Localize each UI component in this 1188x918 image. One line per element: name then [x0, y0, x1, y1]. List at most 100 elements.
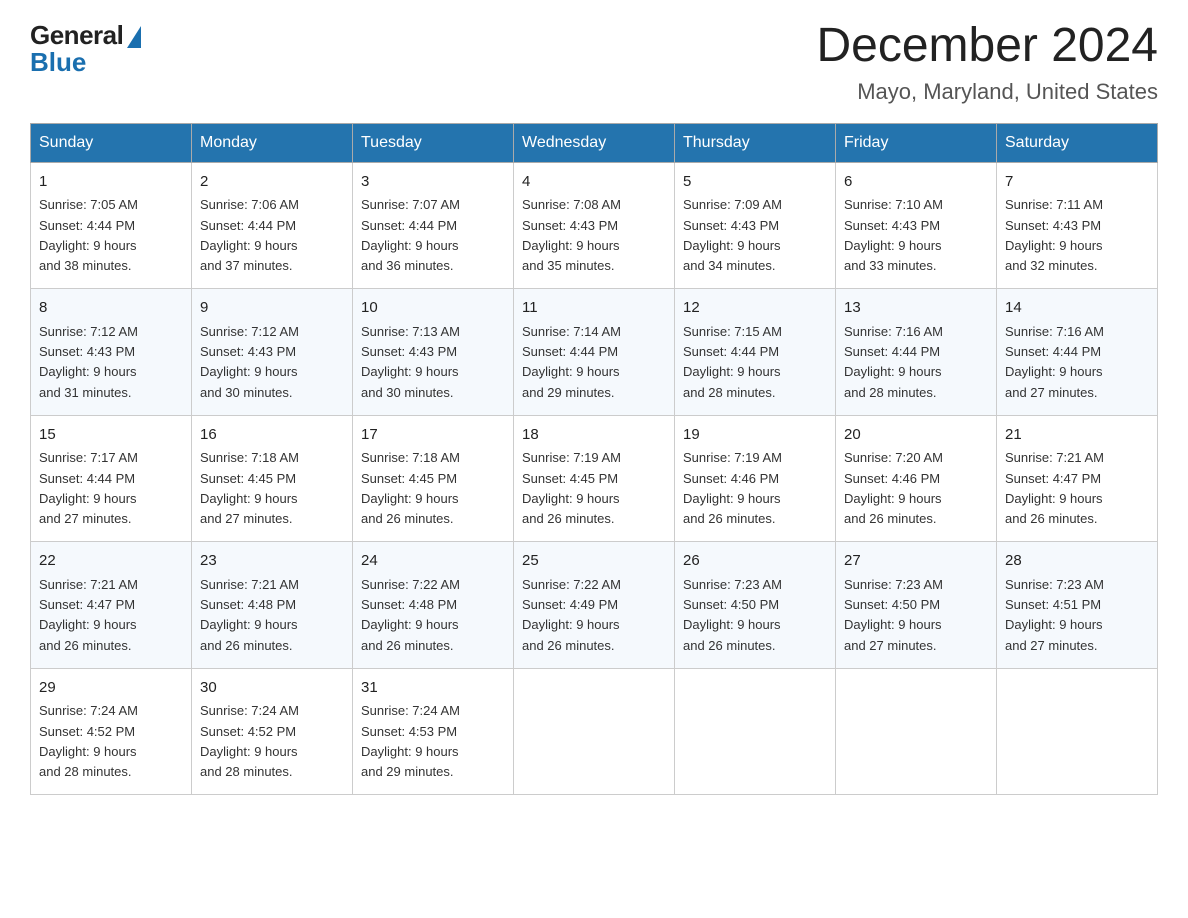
calendar-cell: 15 Sunrise: 7:17 AMSunset: 4:44 PMDayligh… [31, 415, 192, 542]
calendar-cell: 30 Sunrise: 7:24 AMSunset: 4:52 PMDayligh… [192, 668, 353, 795]
day-info: Sunrise: 7:10 AMSunset: 4:43 PMDaylight:… [844, 197, 943, 273]
calendar-week-row: 1 Sunrise: 7:05 AMSunset: 4:44 PMDaylight… [31, 162, 1158, 289]
day-number: 22 [39, 550, 183, 573]
calendar-week-row: 29 Sunrise: 7:24 AMSunset: 4:52 PMDayligh… [31, 668, 1158, 795]
calendar-week-row: 15 Sunrise: 7:17 AMSunset: 4:44 PMDayligh… [31, 415, 1158, 542]
day-number: 12 [683, 297, 827, 320]
calendar-cell: 2Sunrise: 7:06 AMSunset: 4:44 PMDaylight… [192, 162, 353, 289]
day-number: 4 [522, 171, 666, 194]
page-header: General Blue December 2024 Mayo, Marylan… [30, 20, 1158, 105]
day-number: 25 [522, 550, 666, 573]
calendar-cell: 16 Sunrise: 7:18 AMSunset: 4:45 PMDayligh… [192, 415, 353, 542]
calendar-cell: 13 Sunrise: 7:16 AMSunset: 4:44 PMDayligh… [836, 289, 997, 416]
calendar-cell: 9 Sunrise: 7:12 AMSunset: 4:43 PMDaylight… [192, 289, 353, 416]
day-info: Sunrise: 7:22 AMSunset: 4:48 PMDaylight:… [361, 577, 460, 653]
day-number: 28 [1005, 550, 1149, 573]
day-number: 19 [683, 424, 827, 447]
calendar-cell: 21 Sunrise: 7:21 AMSunset: 4:47 PMDayligh… [997, 415, 1158, 542]
day-info: Sunrise: 7:18 AMSunset: 4:45 PMDaylight:… [200, 450, 299, 526]
header-tuesday: Tuesday [353, 123, 514, 162]
day-number: 15 [39, 424, 183, 447]
day-info: Sunrise: 7:12 AMSunset: 4:43 PMDaylight:… [39, 324, 138, 400]
month-title: December 2024 [816, 20, 1158, 73]
calendar-cell: 22 Sunrise: 7:21 AMSunset: 4:47 PMDayligh… [31, 542, 192, 669]
calendar-week-row: 22 Sunrise: 7:21 AMSunset: 4:47 PMDayligh… [31, 542, 1158, 669]
logo: General Blue [30, 20, 141, 78]
calendar-cell: 24 Sunrise: 7:22 AMSunset: 4:48 PMDayligh… [353, 542, 514, 669]
day-number: 9 [200, 297, 344, 320]
day-number: 1 [39, 171, 183, 194]
day-info: Sunrise: 7:24 AMSunset: 4:52 PMDaylight:… [200, 703, 299, 779]
header-monday: Monday [192, 123, 353, 162]
day-number: 16 [200, 424, 344, 447]
day-info: Sunrise: 7:24 AMSunset: 4:53 PMDaylight:… [361, 703, 460, 779]
day-info: Sunrise: 7:07 AMSunset: 4:44 PMDaylight:… [361, 197, 460, 273]
day-info: Sunrise: 7:24 AMSunset: 4:52 PMDaylight:… [39, 703, 138, 779]
day-info: Sunrise: 7:06 AMSunset: 4:44 PMDaylight:… [200, 197, 299, 273]
calendar-cell: 11Sunrise: 7:14 AMSunset: 4:44 PMDayligh… [514, 289, 675, 416]
header-saturday: Saturday [997, 123, 1158, 162]
day-number: 23 [200, 550, 344, 573]
calendar-cell: 18Sunrise: 7:19 AMSunset: 4:45 PMDayligh… [514, 415, 675, 542]
day-info: Sunrise: 7:21 AMSunset: 4:47 PMDaylight:… [1005, 450, 1104, 526]
calendar-cell: 8 Sunrise: 7:12 AMSunset: 4:43 PMDaylight… [31, 289, 192, 416]
calendar-table: SundayMondayTuesdayWednesdayThursdayFrid… [30, 123, 1158, 796]
day-number: 18 [522, 424, 666, 447]
calendar-cell: 1 Sunrise: 7:05 AMSunset: 4:44 PMDaylight… [31, 162, 192, 289]
calendar-cell: 12 Sunrise: 7:15 AMSunset: 4:44 PMDayligh… [675, 289, 836, 416]
calendar-cell: 3 Sunrise: 7:07 AMSunset: 4:44 PMDaylight… [353, 162, 514, 289]
header-friday: Friday [836, 123, 997, 162]
day-info: Sunrise: 7:12 AMSunset: 4:43 PMDaylight:… [200, 324, 299, 400]
day-number: 6 [844, 171, 988, 194]
header-sunday: Sunday [31, 123, 192, 162]
day-number: 13 [844, 297, 988, 320]
day-number: 14 [1005, 297, 1149, 320]
day-number: 29 [39, 677, 183, 700]
day-info: Sunrise: 7:16 AMSunset: 4:44 PMDaylight:… [844, 324, 943, 400]
day-info: Sunrise: 7:22 AMSunset: 4:49 PMDaylight:… [522, 577, 621, 653]
calendar-cell: 29 Sunrise: 7:24 AMSunset: 4:52 PMDayligh… [31, 668, 192, 795]
day-number: 7 [1005, 171, 1149, 194]
calendar-cell: 28Sunrise: 7:23 AMSunset: 4:51 PMDayligh… [997, 542, 1158, 669]
calendar-cell: 25 Sunrise: 7:22 AMSunset: 4:49 PMDayligh… [514, 542, 675, 669]
day-number: 8 [39, 297, 183, 320]
day-number: 24 [361, 550, 505, 573]
day-info: Sunrise: 7:17 AMSunset: 4:44 PMDaylight:… [39, 450, 138, 526]
calendar-cell: 10Sunrise: 7:13 AMSunset: 4:43 PMDayligh… [353, 289, 514, 416]
day-number: 20 [844, 424, 988, 447]
day-info: Sunrise: 7:14 AMSunset: 4:44 PMDaylight:… [522, 324, 621, 400]
calendar-cell [997, 668, 1158, 795]
calendar-cell: 5Sunrise: 7:09 AMSunset: 4:43 PMDaylight… [675, 162, 836, 289]
calendar-cell [675, 668, 836, 795]
day-info: Sunrise: 7:23 AMSunset: 4:50 PMDaylight:… [683, 577, 782, 653]
header-thursday: Thursday [675, 123, 836, 162]
day-info: Sunrise: 7:18 AMSunset: 4:45 PMDaylight:… [361, 450, 460, 526]
calendar-cell: 17Sunrise: 7:18 AMSunset: 4:45 PMDayligh… [353, 415, 514, 542]
day-info: Sunrise: 7:08 AMSunset: 4:43 PMDaylight:… [522, 197, 621, 273]
day-number: 5 [683, 171, 827, 194]
calendar-cell: 20 Sunrise: 7:20 AMSunset: 4:46 PMDayligh… [836, 415, 997, 542]
day-number: 30 [200, 677, 344, 700]
calendar-header-row: SundayMondayTuesdayWednesdayThursdayFrid… [31, 123, 1158, 162]
day-info: Sunrise: 7:13 AMSunset: 4:43 PMDaylight:… [361, 324, 460, 400]
day-info: Sunrise: 7:20 AMSunset: 4:46 PMDaylight:… [844, 450, 943, 526]
calendar-week-row: 8 Sunrise: 7:12 AMSunset: 4:43 PMDaylight… [31, 289, 1158, 416]
day-info: Sunrise: 7:21 AMSunset: 4:48 PMDaylight:… [200, 577, 299, 653]
calendar-cell [836, 668, 997, 795]
day-info: Sunrise: 7:15 AMSunset: 4:44 PMDaylight:… [683, 324, 782, 400]
calendar-cell [514, 668, 675, 795]
day-info: Sunrise: 7:23 AMSunset: 4:50 PMDaylight:… [844, 577, 943, 653]
calendar-cell: 27 Sunrise: 7:23 AMSunset: 4:50 PMDayligh… [836, 542, 997, 669]
day-number: 27 [844, 550, 988, 573]
calendar-cell: 26Sunrise: 7:23 AMSunset: 4:50 PMDayligh… [675, 542, 836, 669]
day-info: Sunrise: 7:19 AMSunset: 4:46 PMDaylight:… [683, 450, 782, 526]
calendar-cell: 7Sunrise: 7:11 AMSunset: 4:43 PMDaylight… [997, 162, 1158, 289]
title-area: December 2024 Mayo, Maryland, United Sta… [816, 20, 1158, 105]
day-number: 21 [1005, 424, 1149, 447]
day-info: Sunrise: 7:21 AMSunset: 4:47 PMDaylight:… [39, 577, 138, 653]
logo-blue-text: Blue [30, 47, 86, 78]
header-wednesday: Wednesday [514, 123, 675, 162]
logo-triangle-icon [127, 26, 141, 48]
day-number: 3 [361, 171, 505, 194]
day-info: Sunrise: 7:05 AMSunset: 4:44 PMDaylight:… [39, 197, 138, 273]
